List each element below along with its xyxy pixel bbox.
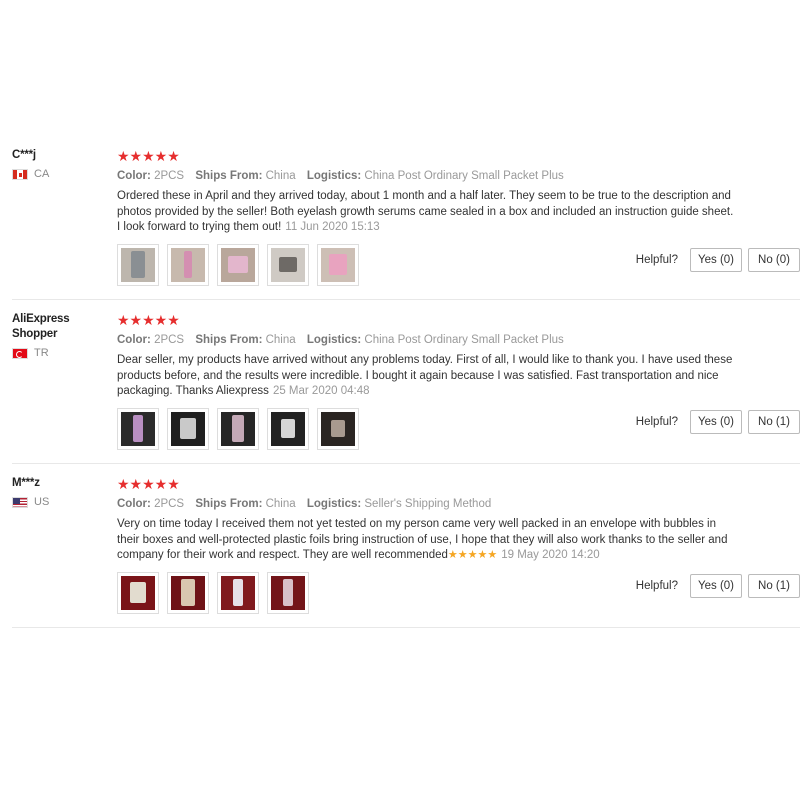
turkey-flag-icon — [12, 347, 28, 359]
review-photo[interactable] — [117, 407, 159, 450]
country-code: CA — [34, 168, 50, 180]
review-date: 11 Jun 2020 15:13 — [285, 221, 380, 233]
review-item: C***j CA ★★★★★ Color: 2PCS Ships From: C… — [12, 138, 800, 300]
country-code: TR — [34, 347, 49, 359]
reviewer-info: C***j CA — [12, 148, 108, 180]
logistics-label: Logistics: — [306, 170, 362, 182]
review-meta: Color: 2PCS Ships From: China Logistics:… — [117, 167, 737, 185]
canada-flag-icon — [12, 168, 28, 180]
helpful-no-button[interactable]: No (1) — [748, 410, 800, 434]
review-text: Dear seller, my products have arrived wi… — [117, 353, 737, 400]
helpful-no-button[interactable]: No (0) — [748, 248, 800, 272]
reviewer-info: AliExpress Shopper TR — [12, 312, 108, 359]
review-photo[interactable] — [267, 243, 309, 286]
reviewer-country: TR — [12, 347, 108, 359]
country-code: US — [34, 496, 50, 508]
logistics-value: China Post Ordinary Small Packet Plus — [364, 334, 564, 346]
rating-stars: ★★★★★ — [117, 148, 180, 164]
ships-from-label: Ships From: — [195, 334, 263, 346]
review-item: M***z US ★★★★★ Color: 2PCS Ships From: C… — [12, 464, 800, 628]
logistics-label: Logistics: — [306, 334, 362, 346]
helpful-label: Helpful? — [635, 254, 678, 266]
color-label: Color: — [117, 170, 151, 182]
ships-from-value: China — [265, 170, 296, 182]
rating-stars: ★★★★★ — [117, 476, 180, 492]
usa-flag-icon — [12, 496, 28, 508]
review-photo[interactable] — [217, 407, 259, 450]
reviewer-name: AliExpress Shopper — [12, 313, 70, 340]
review-meta: Color: 2PCS Ships From: China Logistics:… — [117, 331, 737, 349]
review-text-content: Very on time today I received them not y… — [117, 518, 728, 561]
color-value: 2PCS — [154, 498, 185, 510]
review-text: Very on time today I received them not y… — [117, 517, 737, 564]
helpful-label: Helpful? — [635, 580, 678, 592]
review-photo[interactable] — [167, 407, 209, 450]
helpful-yes-button[interactable]: Yes (0) — [690, 248, 742, 272]
helpful-controls: Helpful? Yes (0) No (0) — [636, 248, 800, 272]
reviewer-name: C***j — [12, 149, 36, 161]
helpful-yes-button[interactable]: Yes (0) — [690, 410, 742, 434]
rating-stars: ★★★★★ — [117, 312, 180, 328]
review-text: Ordered these in April and they arrived … — [117, 189, 737, 236]
reviewer-country: CA — [12, 168, 108, 180]
review-meta: Color: 2PCS Ships From: China Logistics:… — [117, 495, 737, 513]
helpful-controls: Helpful? Yes (0) No (1) — [636, 574, 800, 598]
helpful-yes-button[interactable]: Yes (0) — [690, 574, 742, 598]
reviewer-country: US — [12, 496, 108, 508]
helpful-label: Helpful? — [635, 416, 678, 428]
review-photo[interactable] — [117, 571, 159, 614]
color-label: Color: — [117, 334, 151, 346]
review-date: 25 Mar 2020 04:48 — [272, 385, 370, 397]
color-label: Color: — [117, 498, 151, 510]
ships-from-value: China — [265, 498, 296, 510]
review-text-content: Dear seller, my products have arrived wi… — [117, 354, 733, 397]
review-list: C***j CA ★★★★★ Color: 2PCS Ships From: C… — [12, 138, 800, 628]
review-photo[interactable] — [267, 571, 309, 614]
inline-star-icons: ★★★★★ — [447, 549, 498, 561]
logistics-value: China Post Ordinary Small Packet Plus — [364, 170, 564, 182]
logistics-value: Seller's Shipping Method — [364, 498, 492, 510]
color-value: 2PCS — [154, 170, 185, 182]
reviewer-info: M***z US — [12, 476, 108, 508]
review-photo[interactable] — [217, 571, 259, 614]
review-item: AliExpress Shopper TR ★★★★★ Color: 2PCS … — [12, 300, 800, 464]
review-photo[interactable] — [117, 243, 159, 286]
logistics-label: Logistics: — [306, 498, 362, 510]
review-photo[interactable] — [167, 571, 209, 614]
helpful-no-button[interactable]: No (1) — [748, 574, 800, 598]
ships-from-value: China — [265, 334, 296, 346]
color-value: 2PCS — [154, 334, 185, 346]
helpful-controls: Helpful? Yes (0) No (1) — [636, 410, 800, 434]
reviewer-name: M***z — [12, 477, 40, 489]
review-photo[interactable] — [217, 243, 259, 286]
review-photo[interactable] — [167, 243, 209, 286]
review-photo[interactable] — [267, 407, 309, 450]
review-text-content: Ordered these in April and they arrived … — [117, 190, 734, 233]
review-date: 19 May 2020 14:20 — [501, 549, 600, 561]
ships-from-label: Ships From: — [195, 170, 263, 182]
ships-from-label: Ships From: — [195, 498, 263, 510]
review-photo[interactable] — [317, 243, 359, 286]
review-photo[interactable] — [317, 407, 359, 450]
